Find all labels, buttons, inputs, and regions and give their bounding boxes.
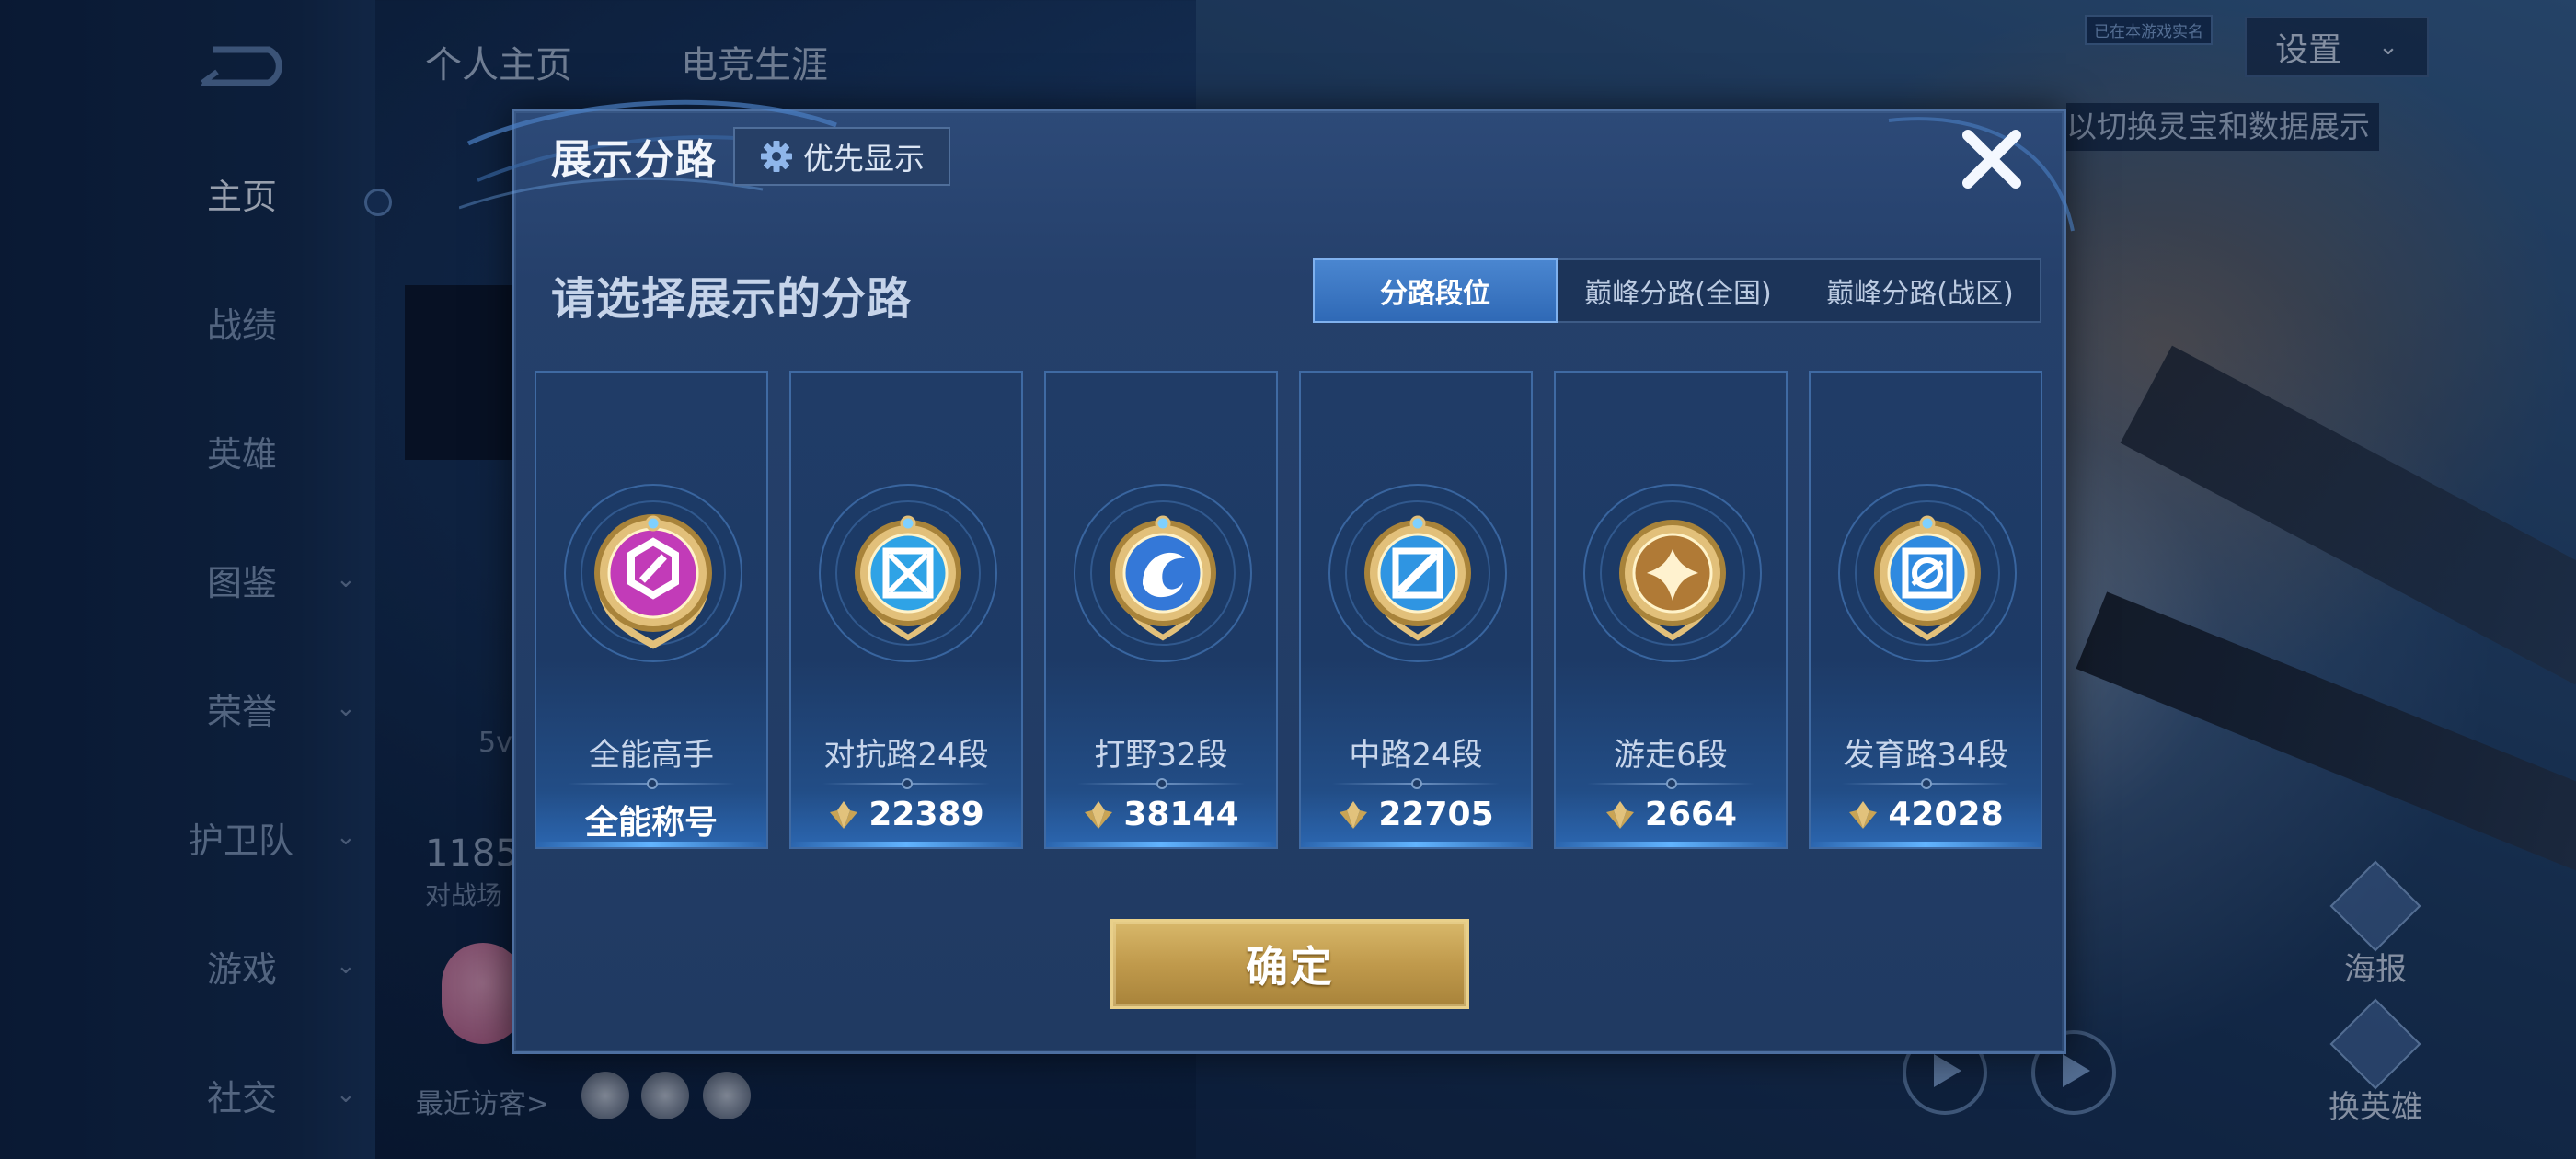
lane-display-dialog: 展示分路 优先显示 请选择展示的分路 分路段位 巅峰分路(全国) 巅峰分路(战区… [459, 99, 2075, 1054]
priority-display-button[interactable]: 优先显示 [733, 127, 950, 186]
tab-peak-lane-national[interactable]: 巅峰分路(全国) [1558, 260, 1799, 321]
lane-card-value-text: 42028 [1888, 796, 2004, 833]
lane-card-name: 中路24段 [1349, 737, 1483, 774]
mid-lane-badge-icon [1328, 484, 1507, 662]
tab-peak-lane-region[interactable]: 巅峰分路(战区) [1799, 260, 2041, 321]
rank-badge [561, 481, 745, 665]
lane-points-icon [1849, 800, 1878, 829]
lane-card-value: 42028 [1811, 796, 2041, 833]
close-icon[interactable] [1957, 124, 2027, 194]
lane-card[interactable]: 打野32段 38144 [1044, 371, 1278, 849]
lane-card-value-text: 22389 [868, 796, 984, 833]
rank-badge [1581, 481, 1765, 665]
lane-card-value: 22389 [791, 796, 1021, 833]
rank-badge [1835, 481, 2019, 665]
card-divider [568, 778, 735, 789]
lane-points-icon [1085, 800, 1113, 829]
lane-card-name: 发育路34段 [1843, 737, 2008, 774]
lane-card[interactable]: 发育路34段 42028 [1809, 371, 2042, 849]
card-divider [1077, 778, 1245, 789]
priority-display-label: 优先显示 [803, 141, 925, 177]
lane-card-value: 22705 [1301, 796, 1531, 833]
lane-card[interactable]: 游走6段 2664 [1554, 371, 1788, 849]
lane-card-value-text: 全能称号 [584, 804, 718, 842]
lane-card-value-text: 38144 [1123, 796, 1239, 833]
lane-card[interactable]: 对抗路24段 22389 [789, 371, 1023, 849]
tab-lane-rank[interactable]: 分路段位 [1313, 258, 1558, 323]
lane-points-icon [830, 800, 858, 829]
rank-badge [1326, 481, 1510, 665]
lane-type-tabs: 分路段位 巅峰分路(全国) 巅峰分路(战区) [1313, 258, 2041, 323]
confirm-button[interactable]: 确定 [1110, 919, 1469, 1009]
farm-lane-badge-icon [1838, 484, 2017, 662]
lane-card-name: 全能高手 [589, 737, 714, 774]
lane-card-value: 全能称号 [536, 796, 766, 843]
lane-card[interactable]: 全能高手 全能称号 [535, 371, 768, 849]
lane-card-value: 2664 [1556, 796, 1786, 833]
card-divider [1842, 778, 2009, 789]
lane-points-icon [1340, 800, 1368, 829]
lane-card-value-text: 22705 [1378, 796, 1494, 833]
lane-card-value: 38144 [1046, 796, 1276, 833]
lane-points-icon [1605, 800, 1634, 829]
lane-card[interactable]: 中路24段 22705 [1299, 371, 1533, 849]
lane-card-name: 对抗路24段 [823, 737, 989, 774]
roam-badge-icon [1583, 484, 1762, 662]
card-divider [1587, 778, 1754, 789]
section-title: 请选择展示的分路 [551, 273, 913, 325]
lane-card-name: 打野32段 [1094, 737, 1228, 774]
lane-card-name: 游走6段 [1614, 737, 1728, 774]
jungle-badge-icon [1074, 484, 1252, 662]
card-divider [822, 778, 990, 789]
rank-badge [1071, 481, 1255, 665]
gear-icon [761, 141, 792, 172]
clash-lane-badge-icon [819, 484, 997, 662]
card-divider [1332, 778, 1500, 789]
dialog-title: 展示分路 [551, 136, 717, 183]
rank-badge [816, 481, 1000, 665]
lane-card-list: 全能高手 全能称号 对抗路24段 22389 打野32段 38144 中路24段 22705 游… [535, 371, 2043, 855]
all-round-badge-icon [564, 484, 742, 662]
lane-card-value-text: 2664 [1644, 796, 1738, 833]
